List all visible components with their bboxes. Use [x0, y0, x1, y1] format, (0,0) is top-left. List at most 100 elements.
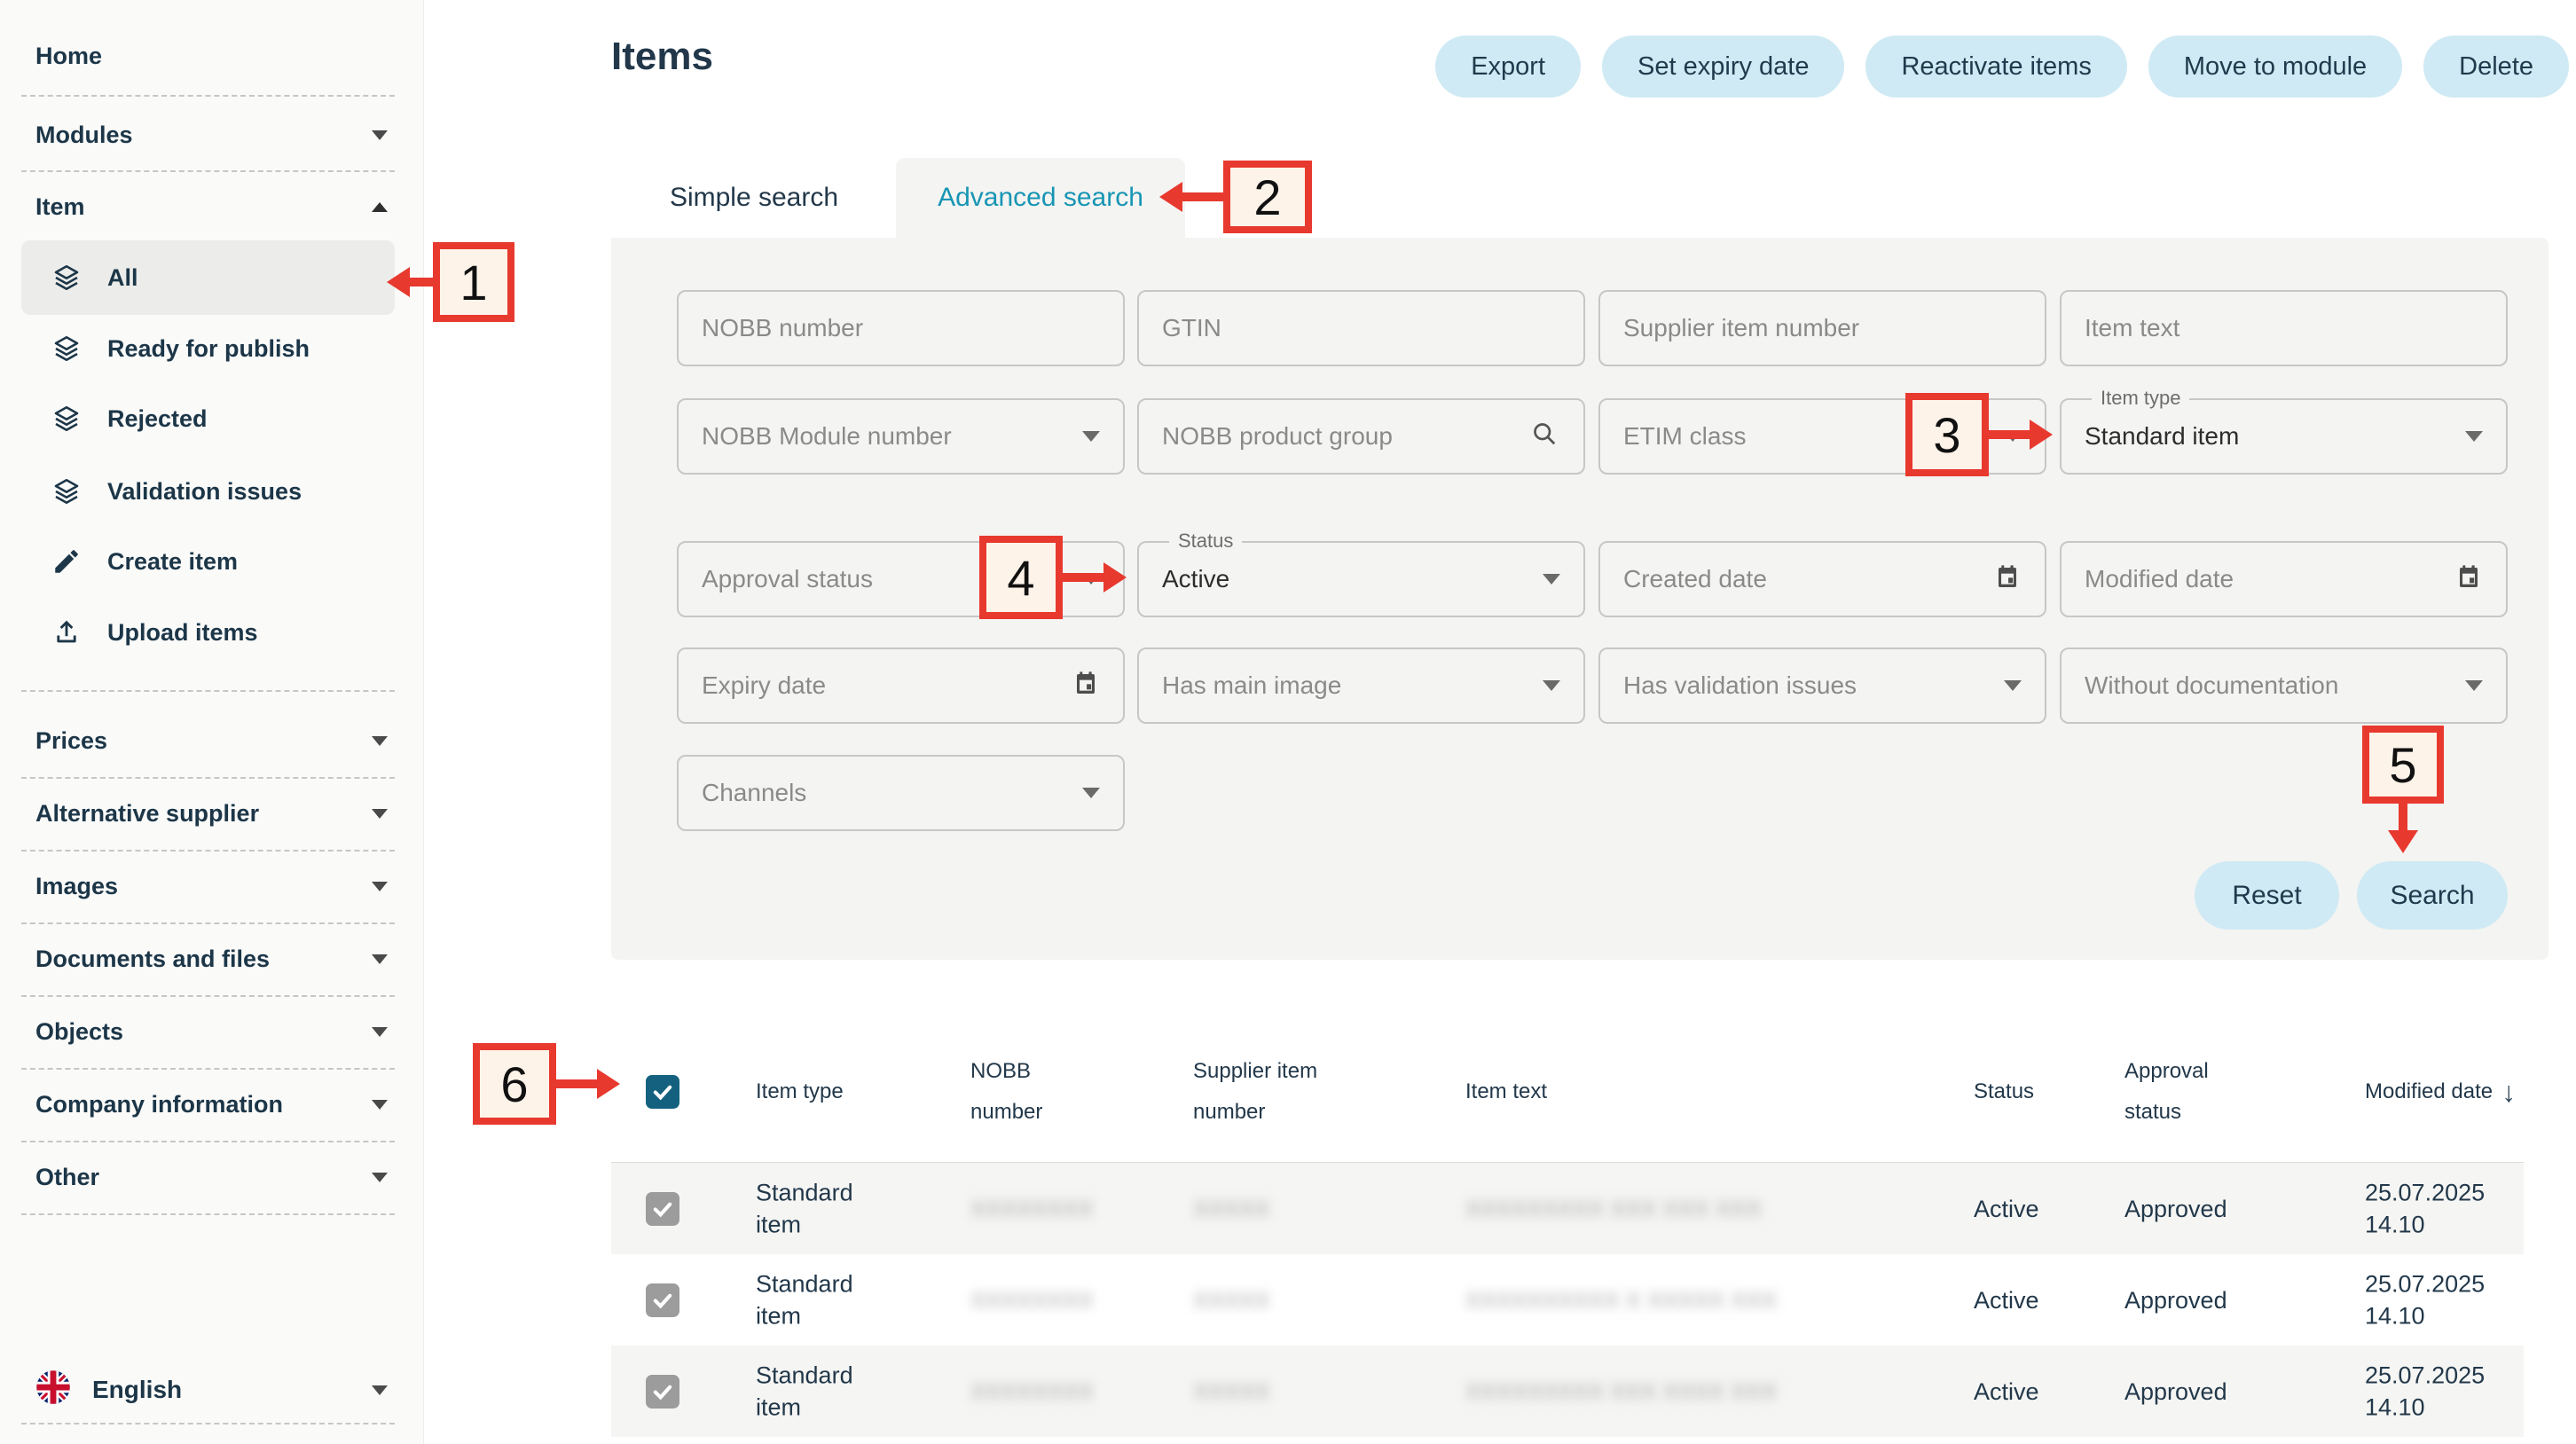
chevron-up-icon: [372, 202, 388, 212]
language-selector[interactable]: English: [35, 1363, 388, 1417]
sidebar-item-item[interactable]: Item: [35, 180, 388, 233]
row-checkbox[interactable]: [646, 1192, 679, 1226]
export-button[interactable]: Export: [1435, 35, 1581, 98]
sidebar-item-label: Prices: [35, 727, 107, 755]
items-page: Home Modules Item All Ready for publish: [0, 0, 2576, 1444]
checkmark-icon: [650, 1288, 675, 1313]
page-title: Items: [611, 35, 713, 79]
nobb-product-group-search[interactable]: NOBB product group: [1137, 398, 1585, 475]
divider: [21, 95, 395, 97]
chevron-down-icon: [2465, 431, 2483, 442]
callout-3-arrow: [1989, 430, 2030, 439]
sidebar-item-images[interactable]: Images: [35, 859, 388, 913]
chevron-down-icon: [372, 1173, 388, 1182]
layers-icon: [51, 333, 82, 365]
sidebar-item-validation-issues[interactable]: Validation issues: [21, 454, 395, 529]
sidebar-item-objects[interactable]: Objects: [35, 1005, 388, 1058]
callout-2-arrow: [1182, 192, 1223, 201]
callout-5-box: 5: [2362, 726, 2444, 804]
advanced-search-panel: NOBB number GTIN Supplier item number It…: [611, 238, 2549, 960]
cell-modified-date: 25.07.2025 14.10: [2365, 1176, 2520, 1241]
divider: [21, 1213, 395, 1215]
sidebar-item-home[interactable]: Home: [35, 29, 388, 82]
move-to-module-button[interactable]: Move to module: [2148, 35, 2402, 98]
status-select[interactable]: Status Active: [1137, 541, 1585, 617]
sidebar-item-label: Modules: [35, 122, 133, 149]
cell-nobb-number-redacted: XXXXXXXX: [970, 1284, 1090, 1315]
gtin-input[interactable]: GTIN: [1137, 290, 1585, 366]
col-header-item-text: Item text: [1465, 1071, 1944, 1112]
calendar-icon: [1993, 561, 2022, 598]
callout-2-arrowhead: [1159, 182, 1182, 212]
supplier-item-number-input[interactable]: Supplier item number: [1598, 290, 2046, 366]
col-header-modified-date[interactable]: Modified date ↓: [2365, 1071, 2520, 1112]
channels-select[interactable]: Channels: [677, 755, 1125, 831]
checkmark-icon: [650, 1197, 675, 1221]
chevron-down-icon: [372, 1100, 388, 1110]
sidebar-item-label: Images: [35, 873, 118, 900]
nobb-number-input[interactable]: NOBB number: [677, 290, 1125, 366]
cell-item-type: Standard item: [756, 1267, 876, 1332]
table-row[interactable]: Standard item XXXXXXXX XXXXX XXXXXXXXX X…: [611, 1163, 2524, 1254]
sidebar-item-rejected[interactable]: Rejected: [21, 381, 395, 456]
sidebar-item-alternative-supplier[interactable]: Alternative supplier: [35, 787, 388, 840]
divider: [21, 1068, 395, 1070]
select-all-checkbox[interactable]: [646, 1075, 679, 1109]
modified-date-input[interactable]: Modified date: [2060, 541, 2508, 617]
reset-button[interactable]: Reset: [2195, 861, 2339, 930]
sidebar-item-ready-for-publish[interactable]: Ready for publish: [21, 311, 395, 386]
nobb-module-number-select[interactable]: NOBB Module number: [677, 398, 1125, 475]
sidebar-item-all[interactable]: All: [21, 240, 395, 315]
item-type-select[interactable]: Item type Standard item: [2060, 398, 2508, 475]
delete-button[interactable]: Delete: [2423, 35, 2569, 98]
col-header-approval-status: Approval status: [2124, 1051, 2244, 1133]
chevron-down-icon: [372, 1385, 388, 1395]
toolbar: Export Set expiry date Reactivate items …: [1435, 35, 2569, 98]
sidebar-item-other[interactable]: Other: [35, 1150, 388, 1204]
cell-approval-status: Approved: [2124, 1283, 2244, 1315]
callout-5-arrow: [2399, 804, 2407, 830]
table-row[interactable]: Standard item XXXXXXXX XXXXX XXXXXXXXX X…: [611, 1346, 2524, 1437]
tab-advanced-search[interactable]: Advanced search: [896, 158, 1185, 238]
layers-icon: [51, 403, 82, 435]
callout-1-arrow: [408, 278, 433, 286]
col-header-nobb-number: NOBB number: [970, 1051, 1090, 1133]
set-expiry-date-button[interactable]: Set expiry date: [1602, 35, 1844, 98]
cell-item-text-redacted: XXXXXXXXX XXX XXXX XXX: [1465, 1376, 1944, 1407]
sidebar-item-prices[interactable]: Prices: [35, 714, 388, 767]
cell-supplier-number-redacted: XXXXX: [1193, 1193, 1335, 1224]
sidebar-item-label: Ready for publish: [107, 335, 310, 363]
search-button[interactable]: Search: [2357, 861, 2508, 930]
sidebar-item-label: Alternative supplier: [35, 800, 259, 828]
cell-item-text-redacted: XXXXXXXXX XXX XXX XXX: [1465, 1193, 1944, 1224]
sidebar: Home Modules Item All Ready for publish: [0, 0, 424, 1444]
sidebar-item-label: Upload items: [107, 619, 258, 647]
checkmark-icon: [650, 1379, 675, 1404]
sidebar-item-documents-and-files[interactable]: Documents and files: [35, 932, 388, 985]
layers-icon: [51, 475, 82, 507]
row-checkbox[interactable]: [646, 1283, 679, 1317]
reactivate-items-button[interactable]: Reactivate items: [1865, 35, 2126, 98]
created-date-input[interactable]: Created date: [1598, 541, 2046, 617]
without-documentation-select[interactable]: Without documentation: [2060, 647, 2508, 724]
sidebar-item-company-information[interactable]: Company information: [35, 1078, 388, 1131]
has-main-image-select[interactable]: Has main image: [1137, 647, 1585, 724]
divider: [21, 922, 395, 924]
item-text-input[interactable]: Item text: [2060, 290, 2508, 366]
callout-1-arrowhead: [387, 267, 410, 297]
sidebar-item-create-item[interactable]: Create item: [21, 524, 395, 599]
table-row[interactable]: Standard item XXXXXXXX XXXXX XXXXXXXXXX …: [611, 1254, 2524, 1346]
sidebar-item-label: Other: [35, 1164, 99, 1191]
sidebar-item-upload-items[interactable]: Upload items: [21, 595, 395, 670]
has-validation-issues-select[interactable]: Has validation issues: [1598, 647, 2046, 724]
sidebar-item-modules[interactable]: Modules: [35, 108, 388, 161]
callout-4-arrowhead: [1103, 562, 1127, 593]
expiry-date-input[interactable]: Expiry date: [677, 647, 1125, 724]
row-checkbox[interactable]: [646, 1375, 679, 1409]
pencil-icon: [51, 546, 82, 577]
status-value: Active: [1162, 565, 1543, 593]
cell-status: Active: [1974, 1283, 2107, 1315]
tab-simple-search[interactable]: Simple search: [611, 158, 897, 238]
sidebar-item-label: Validation issues: [107, 478, 302, 506]
chevron-down-icon: [1543, 680, 1560, 691]
